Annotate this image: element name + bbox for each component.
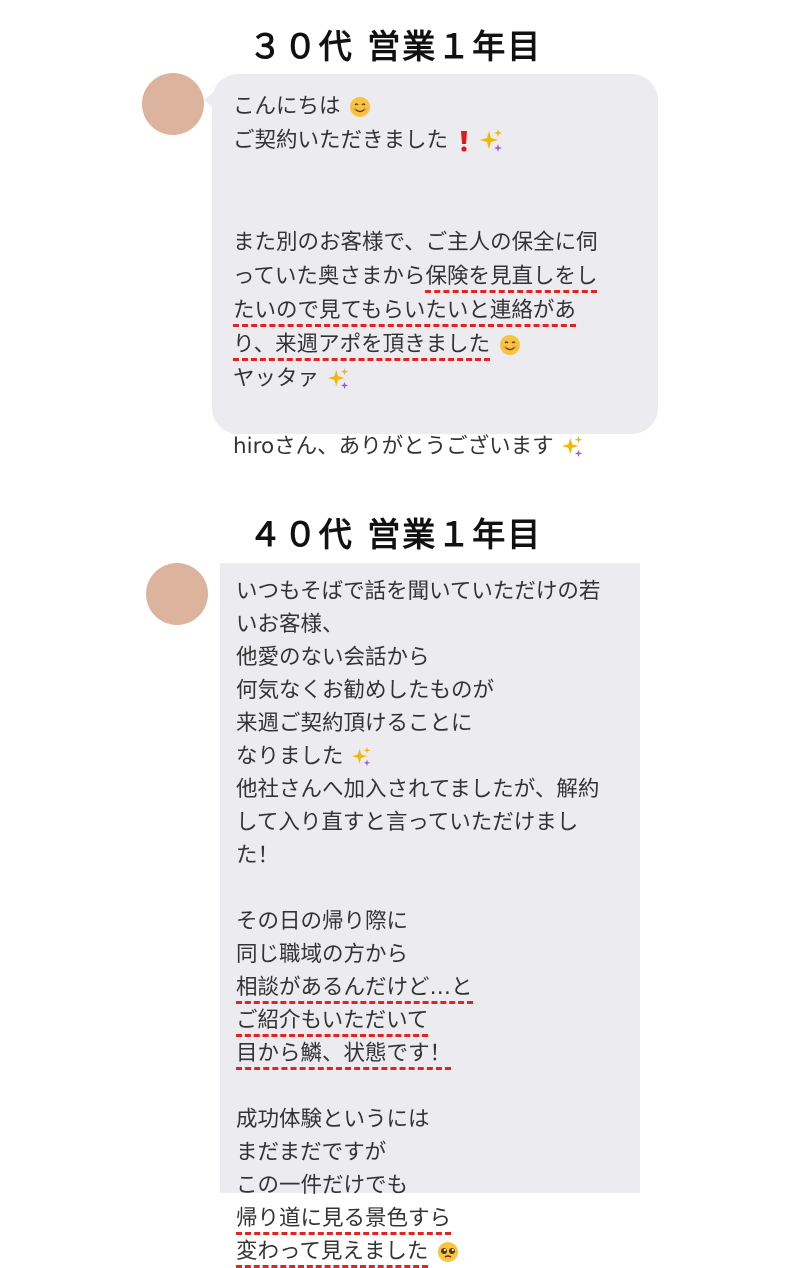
message-line: ご契約いただきました (233, 128, 449, 153)
message-line: その日の帰り際に (236, 909, 409, 934)
smiling-face-icon (500, 335, 520, 355)
message-line: まだまだですが (236, 1140, 387, 1165)
message-line: また別のお客様で、ご主人の保全に伺 (233, 230, 598, 255)
section-heading-30s: ３０代 営業１年目 (248, 27, 543, 66)
message-line: 何気なくお勧めしたものが (236, 678, 495, 703)
highlight-underline: ご紹介もいただいて (236, 1008, 429, 1037)
message-line: 他愛のない会話から (236, 645, 430, 670)
highlight-underline: 保険を見直しをし (425, 264, 598, 293)
message-line: なりました (236, 744, 344, 769)
highlight-underline: 目から鱗、状態です！ (236, 1041, 452, 1070)
smiling-face-icon (350, 97, 371, 117)
message-line: 同じ職域の方から (236, 942, 409, 967)
pleading-face-icon (438, 1242, 459, 1262)
message-line: っていた奥さまから (233, 264, 426, 289)
message-line: ヤッタァ (233, 366, 320, 391)
sparkles-icon (479, 129, 502, 152)
message-line: 成功体験というには (236, 1107, 430, 1132)
highlight-underline: 相談があるんだけど…と (236, 975, 473, 1004)
sparkles-icon (562, 436, 583, 458)
message-line: hiroさん、ありがとうございます (233, 434, 554, 459)
sparkles-icon (352, 747, 371, 767)
avatar (146, 563, 208, 625)
message-line: いつもそばで話を聞いていただけの若 (236, 579, 601, 604)
message-line: して入り直すと言っていただけまし (236, 810, 579, 835)
exclamation-icon (460, 131, 467, 152)
avatar (142, 73, 204, 135)
highlight-underline: たいので見てもらいたいと連絡があ (233, 298, 576, 327)
highlight-underline: 変わって見えました (236, 1239, 429, 1268)
message-line: た！ (236, 843, 280, 868)
message-line: この一件だけでも (236, 1173, 409, 1198)
highlight-underline: り、来週アポを頂きました (233, 332, 491, 361)
message-text: いつもそばで話を聞いていただけの若 いお客様、 他愛のない会話から 何気なくお勧… (236, 575, 636, 1268)
message-text: こんにちは ご契約いただきました また別のお客様で、ご主人の保全に伺 っていた奥… (233, 90, 653, 464)
message-line: 他社さんへ加入されてましたが、解約 (236, 777, 600, 802)
message-line: いお客様、 (236, 612, 344, 637)
sparkles-icon (327, 368, 349, 390)
message-line: こんにちは (233, 94, 341, 119)
message-line: 来週ご契約頂けることに (236, 711, 473, 736)
section-heading-40s: ４０代 営業１年目 (248, 515, 543, 554)
highlight-underline: 帰り道に見る景色すら (236, 1206, 452, 1235)
